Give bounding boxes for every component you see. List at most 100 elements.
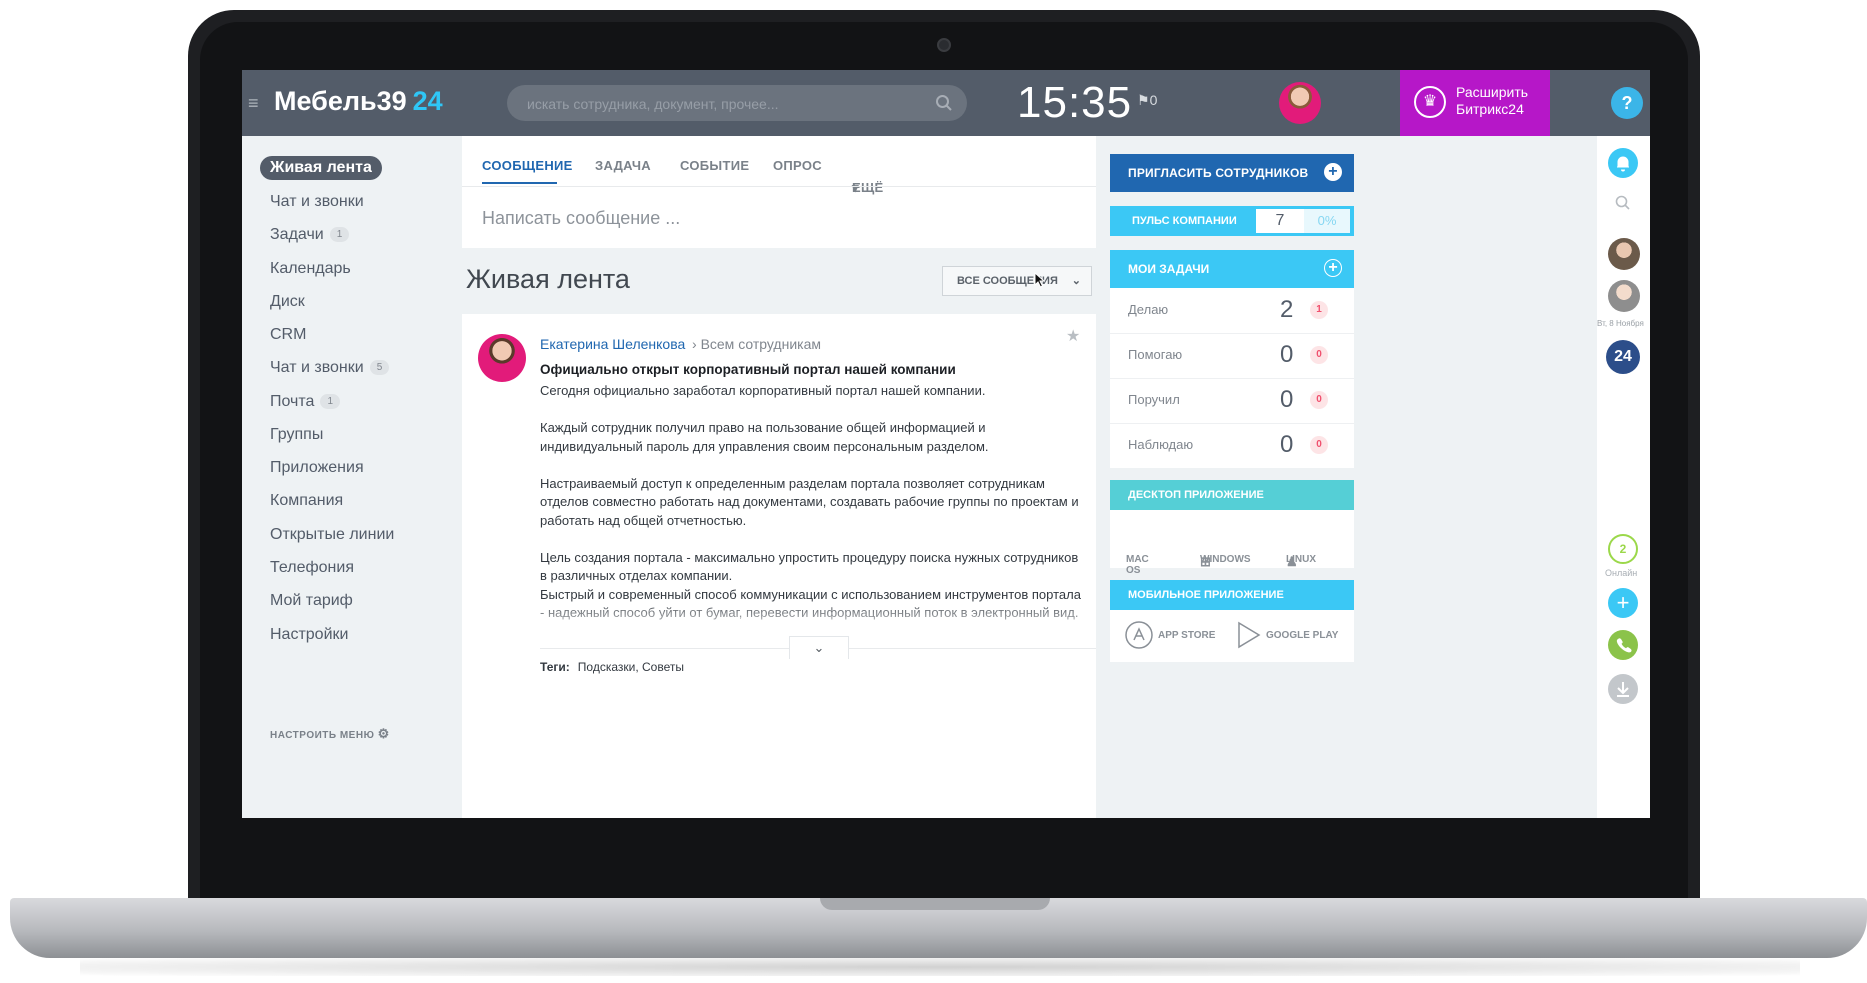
author-avatar[interactable] xyxy=(478,334,526,382)
menu-item-tariff[interactable]: Мой тариф xyxy=(270,589,353,613)
chevron-down-icon: ⌄ xyxy=(1071,275,1081,287)
page-title: Живая лента xyxy=(466,264,630,294)
message-input[interactable]: Написать сообщение ... xyxy=(482,208,680,229)
search-box[interactable] xyxy=(507,85,967,123)
tab-poll[interactable]: ОПРОС xyxy=(773,158,822,173)
configure-menu-button[interactable]: НАСТРОИТЬ МЕНЮ ⚙ xyxy=(270,726,390,742)
logo-name: Мебель39 xyxy=(274,86,407,116)
menu-badge: 1 xyxy=(329,227,350,243)
menu-item-label: Мой тариф xyxy=(270,592,353,609)
star-icon[interactable]: ★ xyxy=(1066,326,1080,346)
menu-item-telephony[interactable]: Телефония xyxy=(270,556,354,580)
post-author[interactable]: Екатерина Шеленкова xyxy=(540,336,685,352)
my-tasks-header[interactable]: МОИ ЗАДАЧИ + xyxy=(1110,250,1354,288)
desktop-app-header: ДЕСКТОП ПРИЛОЖЕНИЕ xyxy=(1110,480,1354,510)
phone-icon[interactable] xyxy=(1608,630,1638,660)
mouse-cursor-icon xyxy=(1034,272,1046,288)
task-count: 2 xyxy=(1280,296,1294,323)
task-count: 0 xyxy=(1280,386,1294,413)
download-icon[interactable] xyxy=(1608,674,1638,704)
chevron-down-icon: ▾ xyxy=(852,180,859,195)
macos-label: MAC OS xyxy=(1126,554,1149,576)
windows-label: WINDOWS xyxy=(1200,554,1251,565)
app-store-icon xyxy=(1125,621,1153,649)
notifications-bell-icon[interactable] xyxy=(1608,148,1638,178)
post-title: Официально открыт корпоративный портал н… xyxy=(540,362,956,377)
google-play-link[interactable]: GOOGLE PLAY xyxy=(1266,630,1338,641)
post-composer: СООБЩЕНИЕ ЗАДАЧА СОБЫТИЕ ОПРОС ЕЩЁ ▾ Нап… xyxy=(462,136,1096,248)
menu-icon[interactable]: ≡ xyxy=(248,94,264,112)
search-icon[interactable] xyxy=(1614,194,1632,212)
task-badge: 0 xyxy=(1310,346,1328,364)
contact-avatar[interactable] xyxy=(1608,280,1640,312)
pulse-percent: 0% xyxy=(1304,209,1350,233)
invite-employees-button[interactable]: ПРИГЛАСИТЬ СОТРУДНИКОВ + xyxy=(1110,154,1354,192)
task-row-helping[interactable]: Помогаю 0 0 xyxy=(1110,333,1354,379)
left-menu: Живая лента Чат и звонки Задачи 1 Календа… xyxy=(242,136,462,818)
menu-item-groups[interactable]: Группы xyxy=(270,423,323,447)
task-badge: 0 xyxy=(1310,436,1328,454)
post-body: Сегодня официально заработал корпоративн… xyxy=(540,383,1081,620)
configure-menu-label: НАСТРОИТЬ МЕНЮ xyxy=(270,730,375,741)
composer-divider xyxy=(462,186,1096,187)
top-header: ≡ Мебель3924 15:35 ⚑0 ♛ РасширитьБитрикс… xyxy=(242,70,1650,136)
menu-item-disk[interactable]: Диск xyxy=(270,290,305,314)
menu-item-apps[interactable]: Приложения xyxy=(270,456,364,480)
screen: ≡ Мебель3924 15:35 ⚑0 ♛ РасширитьБитрикс… xyxy=(242,70,1650,818)
extend-button[interactable]: ♛ Расширить Битрикс24 xyxy=(1400,70,1550,136)
menu-item-label: Чат и звонки xyxy=(270,193,364,210)
chevron-down-icon: ⌄ xyxy=(813,640,825,655)
search-input[interactable] xyxy=(525,85,929,123)
help-button[interactable]: ? xyxy=(1611,87,1643,119)
menu-item-live-feed[interactable]: Живая лента xyxy=(260,156,382,180)
menu-item-settings[interactable]: Настройки xyxy=(270,623,348,647)
bitrix24-button[interactable]: 24 xyxy=(1606,340,1640,374)
menu-item-chat-2[interactable]: Чат и звонки 5 xyxy=(270,356,390,380)
task-badge: 1 xyxy=(1310,301,1328,319)
pulse-value: 7 xyxy=(1256,209,1304,233)
tab-message[interactable]: СООБЩЕНИЕ xyxy=(482,158,573,173)
task-row-doing[interactable]: Делаю 2 1 xyxy=(1110,288,1354,334)
menu-item-chat[interactable]: Чат и звонки xyxy=(270,190,364,214)
menu-item-company[interactable]: Компания xyxy=(270,489,343,513)
flag-counter[interactable]: ⚑0 xyxy=(1137,92,1157,109)
portal-logo[interactable]: Мебель39 24 xyxy=(274,86,443,117)
menu-badge: 1 xyxy=(320,394,340,410)
gear-icon: ⚙ xyxy=(377,726,390,741)
menu-item-tasks[interactable]: Задачи 1 xyxy=(270,223,350,247)
clock[interactable]: 15:35 xyxy=(1017,78,1132,128)
tags-label: Теги: xyxy=(540,660,570,674)
crown-icon: ♛ xyxy=(1414,86,1446,118)
search-icon[interactable] xyxy=(935,94,953,112)
menu-item-crm[interactable]: CRM xyxy=(270,323,306,347)
task-row-watching[interactable]: Наблюдаю 0 0 xyxy=(1110,423,1354,468)
feed-filter-select[interactable]: ВСЕ СООБЩЕНИЯ ⌄ xyxy=(942,266,1092,296)
contact-avatar[interactable] xyxy=(1608,238,1640,270)
task-label: Поручил xyxy=(1128,392,1180,407)
my-tasks-list: Делаю 2 1 Помогаю 0 0 Поручил 0 0 Наблюдаю 0 0 xyxy=(1110,288,1354,468)
online-counter[interactable]: 2 xyxy=(1608,534,1638,564)
menu-item-label: Группы xyxy=(270,426,324,443)
add-icon[interactable]: + xyxy=(1608,588,1638,618)
expand-post-button[interactable]: ⌄ xyxy=(789,636,849,659)
extend-label-2: Битрикс24 xyxy=(1456,101,1524,117)
post-fade xyxy=(540,598,1090,638)
menu-item-calendar[interactable]: Календарь xyxy=(270,257,351,281)
user-avatar[interactable] xyxy=(1279,82,1321,124)
right-rail: Вт, 8 Ноября 24 2 Онлайн + xyxy=(1597,136,1650,818)
company-pulse[interactable]: ПУЛЬС КОМПАНИИ 7 0% xyxy=(1110,206,1354,236)
menu-item-label: Телефония xyxy=(270,559,354,576)
tab-event[interactable]: СОБЫТИЕ xyxy=(680,158,749,173)
menu-item-mail[interactable]: Почта 1 xyxy=(270,390,340,414)
flag-count: 0 xyxy=(1149,92,1158,108)
menu-item-open-lines[interactable]: Открытые линии xyxy=(270,523,394,547)
linux-label: LINUX xyxy=(1286,554,1316,565)
task-row-assigned[interactable]: Поручил 0 0 xyxy=(1110,378,1354,424)
extend-label-1: Расширить xyxy=(1456,84,1529,100)
tab-task[interactable]: ЗАДАЧА xyxy=(595,158,651,173)
app-store-link[interactable]: APP STORE xyxy=(1158,630,1215,641)
laptop-shadow xyxy=(80,958,1800,976)
tags-list[interactable]: Подсказки, Советы xyxy=(578,660,684,674)
add-task-icon[interactable]: + xyxy=(1324,259,1342,277)
logo-number: 24 xyxy=(412,86,443,116)
